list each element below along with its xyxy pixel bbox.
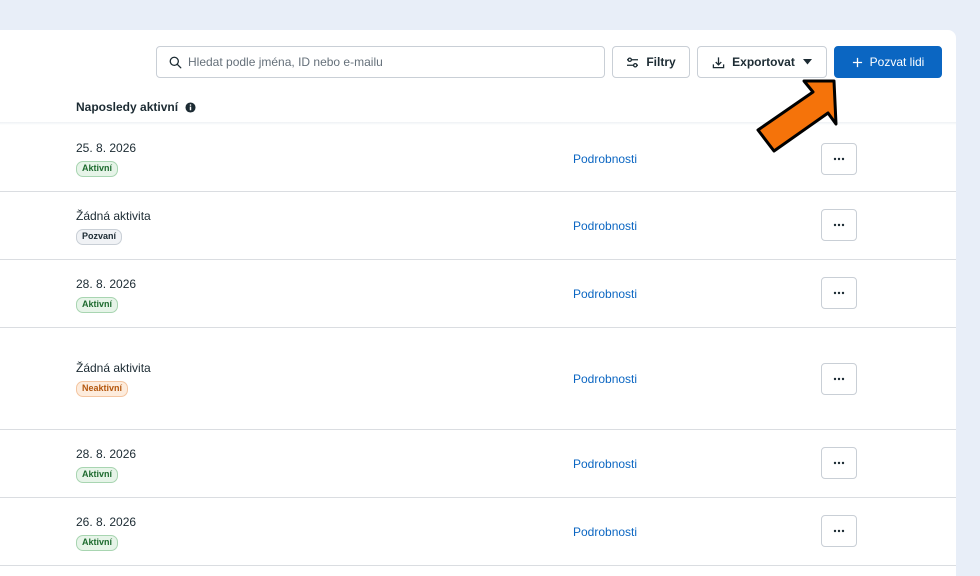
status-badge: Pozvaní [76, 229, 123, 245]
caret-down-icon [802, 59, 812, 65]
more-options-button[interactable] [821, 447, 857, 479]
export-button-label: Exportovat [732, 55, 795, 69]
export-button[interactable]: Exportovat [697, 46, 827, 78]
table-row: 28. 8. 2026 Aktivní Podrobnosti [0, 260, 956, 328]
last-active-date: 26. 8. 2026 [76, 515, 137, 529]
details-link[interactable]: Podrobnosti [573, 525, 637, 539]
last-active-date: Žádná aktivita [76, 209, 151, 223]
table-row: Žádná aktivita Neaktivní Podrobnosti [0, 328, 956, 430]
status-badge: Aktivní [76, 297, 119, 313]
filter-button-label: Filtry [646, 55, 676, 69]
status-badge: Neaktivní [76, 381, 129, 397]
details-link[interactable]: Podrobnosti [573, 372, 637, 386]
more-options-button[interactable] [821, 209, 857, 241]
table-row: Žádná aktivita Pozvaní Podrobnosti [0, 192, 956, 260]
invite-people-button-label: Pozvat lidi [869, 55, 925, 69]
more-options-button[interactable] [821, 515, 857, 547]
details-link[interactable]: Podrobnosti [573, 152, 637, 166]
download-icon [712, 56, 725, 69]
ellipsis-icon [833, 157, 845, 161]
last-active-date: 28. 8. 2026 [76, 447, 137, 461]
column-header-label: Naposledy aktivní [76, 100, 179, 114]
status-badge: Aktivní [76, 467, 119, 483]
filter-sliders-icon [626, 56, 639, 68]
details-link[interactable]: Podrobnosti [573, 457, 637, 471]
last-active-date: 28. 8. 2026 [76, 277, 137, 291]
filter-button[interactable]: Filtry [612, 46, 690, 78]
details-link[interactable]: Podrobnosti [573, 219, 637, 233]
ellipsis-icon [833, 223, 845, 227]
ellipsis-icon [833, 291, 845, 295]
status-badge: Aktivní [76, 161, 119, 177]
last-active-date: 25. 8. 2026 [76, 141, 137, 155]
ellipsis-icon [833, 377, 845, 381]
arrow-pointer-icon [756, 79, 838, 153]
ellipsis-icon [833, 461, 845, 465]
table-row: 26. 8. 2026 Aktivní Podrobnosti [0, 498, 956, 566]
search-box[interactable] [156, 46, 605, 78]
search-icon [169, 56, 182, 68]
plus-icon [852, 57, 863, 68]
status-badge: Aktivní [76, 535, 119, 551]
column-header-last-active[interactable]: Naposledy aktivní [76, 100, 196, 114]
last-active-date: Žádná aktivita [76, 361, 151, 375]
details-link[interactable]: Podrobnosti [573, 287, 637, 301]
more-options-button[interactable] [821, 363, 857, 395]
more-options-button[interactable] [821, 277, 857, 309]
table-row: 28. 8. 2026 Aktivní Podrobnosti [0, 430, 956, 498]
info-icon[interactable] [185, 101, 196, 113]
search-input[interactable] [188, 55, 588, 69]
invite-people-button[interactable]: Pozvat lidi [834, 46, 942, 78]
ellipsis-icon [833, 529, 845, 533]
